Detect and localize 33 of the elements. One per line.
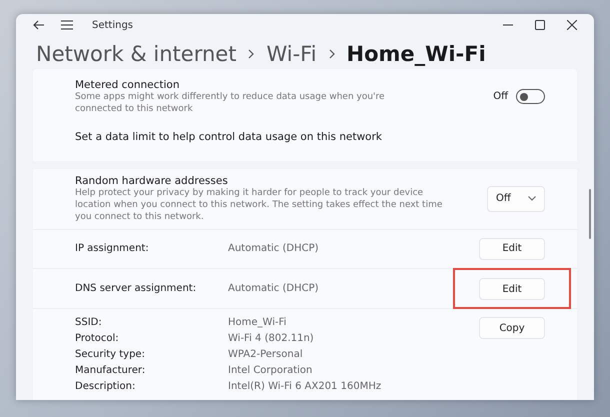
toggle-switch[interactable] bbox=[516, 89, 545, 104]
breadcrumb-item[interactable]: Wi-Fi bbox=[266, 42, 317, 66]
property-value: Home_Wi-Fi bbox=[228, 317, 288, 328]
window-title: Settings bbox=[92, 20, 134, 31]
chevron-icon bbox=[248, 48, 254, 59]
copy-button[interactable]: Copy bbox=[479, 317, 545, 339]
setting-label: IP assignment: bbox=[75, 243, 150, 254]
chevron-down-icon bbox=[528, 196, 536, 201]
scrollbar[interactable] bbox=[589, 189, 591, 239]
chevron-icon bbox=[328, 48, 335, 59]
setting-description: Some apps might work differently to reduce data usage when you're connected to this network bbox=[75, 90, 386, 114]
setting-description: Help protect your privacy by making it harder for people to track your device location when you connect to this network. The setting takes effect the next time you connect to this network. bbox=[75, 186, 444, 222]
setting-title: Random hardware addresses bbox=[75, 174, 229, 186]
edit-button[interactable]: Edit bbox=[479, 278, 545, 300]
edit-button[interactable]: Edit bbox=[479, 238, 545, 260]
dropdown[interactable]: Off bbox=[487, 186, 545, 212]
setting-value: Automatic (DHCP) bbox=[228, 282, 320, 294]
setting-value: Automatic (DHCP) bbox=[228, 243, 320, 254]
property-label: Protocol: bbox=[75, 333, 120, 344]
property-label: SSID: bbox=[75, 317, 103, 328]
property-label: Description: bbox=[75, 381, 136, 392]
toggle-state-label: Off bbox=[493, 91, 508, 102]
property-label: Manufacturer: bbox=[75, 365, 146, 376]
breadcrumb-item: Home_Wi-Fi bbox=[346, 42, 486, 66]
property-value: Intel Corporation bbox=[228, 365, 314, 376]
property-label: Security type: bbox=[75, 349, 146, 360]
breadcrumb-item[interactable]: Network & internet bbox=[36, 42, 236, 66]
property-value: WPA2-Personal bbox=[228, 349, 304, 360]
setting-label: DNS server assignment: bbox=[75, 282, 198, 294]
data-limit-link[interactable]: Set a data limit to help control data usage on this network bbox=[75, 130, 382, 142]
setting-title: Metered connection bbox=[75, 78, 180, 90]
property-value: Intel(R) Wi-Fi 6 AX201 160MHz bbox=[228, 381, 382, 392]
property-value: Wi-Fi 4 (802.11n) bbox=[228, 333, 315, 344]
